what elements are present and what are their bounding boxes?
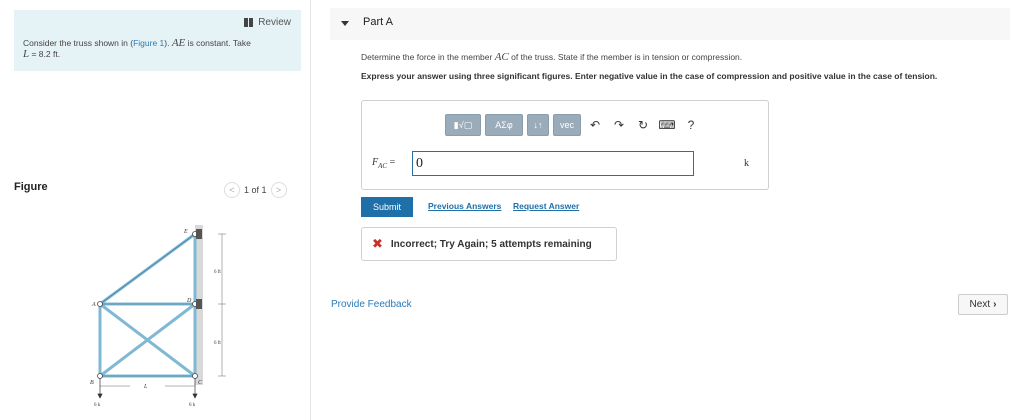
request-answer-link[interactable]: Request Answer — [513, 201, 579, 211]
length-label: L — [143, 384, 148, 390]
answer-unit: k — [744, 158, 749, 169]
provide-feedback-link[interactable]: Provide Feedback — [331, 299, 412, 310]
part-title: Part A — [363, 16, 393, 28]
pager-prev-button[interactable]: < — [224, 182, 240, 198]
vec-button[interactable]: vec — [553, 114, 581, 136]
load-label-b: 6 k — [94, 403, 101, 408]
review-link[interactable]: Review — [244, 17, 291, 28]
question-post: of the truss. State if the member is in … — [508, 52, 743, 62]
feedback-message: ✖ Incorrect; Try Again; 5 attempts remai… — [361, 227, 617, 261]
problem-end: . — [57, 49, 61, 59]
truss-figure: E D A B C 6 ft 6 ft L 6 k 6 k — [90, 225, 226, 408]
node-label-b: B — [90, 380, 94, 386]
problem-after-link: ). — [164, 38, 172, 48]
support-e — [196, 229, 202, 239]
right-panel: Part A Determine the force in the member… — [330, 0, 1010, 420]
help-icon[interactable]: ? — [681, 115, 701, 135]
dim-label-top: 6 ft — [214, 270, 221, 275]
next-label: Next — [969, 299, 991, 310]
reset-icon[interactable]: ↻ — [633, 115, 653, 135]
answer-label: FAC = — [372, 157, 395, 170]
error-x-icon: ✖ — [372, 236, 383, 251]
review-label: Review — [258, 17, 291, 28]
collapse-triangle-icon[interactable] — [341, 21, 349, 26]
l-value: = 8.2 — [29, 49, 53, 59]
review-icon — [244, 18, 254, 27]
truss-members — [98, 232, 197, 378]
arrows-button[interactable]: ↓↑ — [527, 114, 549, 136]
part-header[interactable]: Part A — [330, 8, 1010, 40]
submit-button[interactable]: Submit — [361, 197, 413, 217]
answer-box: ▮√▢ ΑΣφ ↓↑ vec ↶ ↷ ↻ ⌨ ? FAC = k — [361, 100, 769, 190]
problem-constant: is constant. Take — [185, 38, 251, 48]
support-d — [196, 299, 202, 309]
pager-text: 1 of 1 — [244, 185, 267, 195]
figure-link[interactable]: Figure 1 — [133, 38, 164, 48]
load-label-c: 6 k — [189, 403, 196, 408]
feedback-text: Incorrect; Try Again; 5 attempts remaini… — [390, 238, 592, 250]
redo-icon[interactable]: ↷ — [609, 115, 629, 135]
member-symbol: AC — [494, 51, 509, 63]
question-pre: Determine the force in the member — [361, 52, 495, 62]
math-toolbar: ▮√▢ ΑΣφ ↓↑ vec ↶ ↷ ↻ ⌨ ? — [445, 114, 701, 136]
keyboard-icon[interactable]: ⌨ — [657, 115, 677, 135]
instructions: Express your answer using three signific… — [361, 71, 938, 81]
load-arrows — [97, 378, 198, 399]
pager-next-button[interactable]: > — [270, 182, 287, 198]
previous-answers-link[interactable]: Previous Answers — [428, 201, 501, 211]
problem-statement-box: Review Consider the truss shown in (Figu… — [14, 10, 301, 71]
answer-label-sub: AC — [378, 162, 388, 170]
node-label-a: A — [91, 302, 96, 308]
answer-input[interactable] — [412, 151, 694, 176]
dim-label-bottom: 6 ft — [214, 341, 221, 346]
next-button[interactable]: Next › — [958, 294, 1008, 315]
problem-intro: Consider the truss shown in ( — [23, 38, 134, 48]
problem-text: Consider the truss shown in (Figure 1). … — [23, 38, 298, 60]
ae-symbol: AE — [171, 37, 186, 49]
node-label-d: D — [186, 298, 192, 304]
chevron-right-icon: › — [993, 299, 997, 310]
question-text: Determine the force in the member AC of … — [361, 51, 1001, 63]
figure-pager: < 1 of 1 > — [224, 182, 287, 198]
greek-button[interactable]: ΑΣφ — [485, 114, 523, 136]
figure-label: Figure — [14, 181, 48, 193]
answer-label-eq: = — [387, 157, 396, 168]
templates-button[interactable]: ▮√▢ — [445, 114, 481, 136]
left-panel: Review Consider the truss shown in (Figu… — [0, 0, 311, 420]
undo-icon[interactable]: ↶ — [585, 115, 605, 135]
node-label-e: E — [183, 229, 188, 235]
